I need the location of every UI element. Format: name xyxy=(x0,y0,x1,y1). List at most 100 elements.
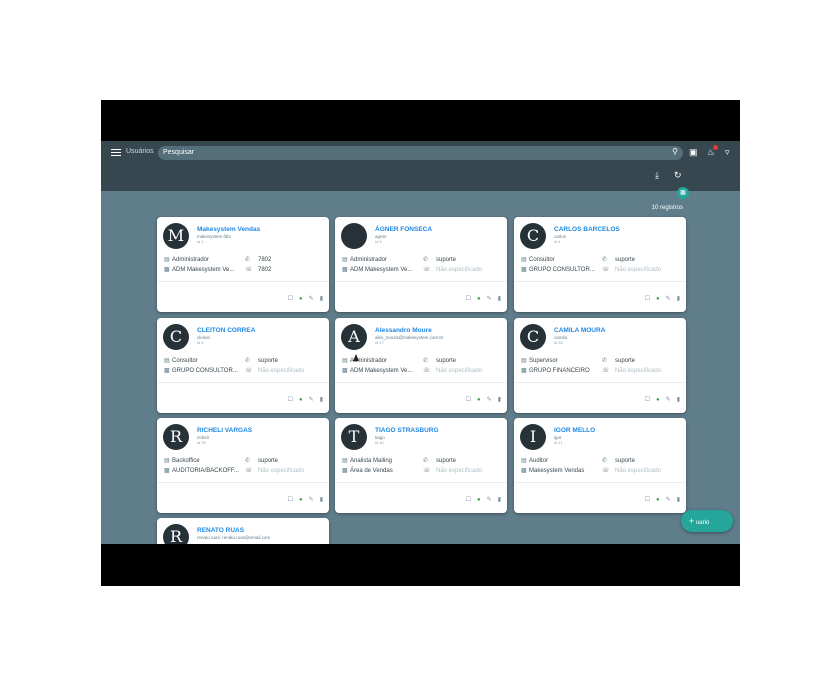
phone-icon: ✆ xyxy=(245,257,251,263)
edit-icon[interactable]: ✎ xyxy=(666,396,671,404)
role-label: Backoffice xyxy=(172,458,200,464)
delete-icon[interactable]: ▮ xyxy=(677,396,680,404)
lock-icon[interactable]: ☐ xyxy=(466,295,471,303)
edit-icon[interactable]: ✎ xyxy=(309,396,314,404)
avatar: C xyxy=(520,324,546,350)
user-id: id 40 xyxy=(375,440,384,445)
delete-icon[interactable]: ▮ xyxy=(320,496,323,504)
user-card[interactable]: R RENATO RUAS renato.ruas; renato.ruas@ema… xyxy=(157,518,329,544)
edit-icon[interactable]: ✎ xyxy=(487,295,492,303)
lock-icon[interactable]: ☐ xyxy=(466,396,471,404)
user-card[interactable]: C CLEITON CORREA cleiton id 5 ▤ Consultor ▩ GRU… xyxy=(157,318,329,413)
search-bar[interactable]: Pesquisar ⚲ xyxy=(158,146,683,160)
lock-icon[interactable]: ☐ xyxy=(288,496,293,504)
user-card[interactable]: A Alessandro Moure alex_moura@makesystem.c… xyxy=(335,318,507,413)
user-id: id 39 xyxy=(197,440,206,445)
delete-icon[interactable]: ▮ xyxy=(498,496,501,504)
line-label: Não especificado xyxy=(436,267,483,273)
check-circle-icon[interactable]: ● xyxy=(299,496,303,504)
lock-icon[interactable]: ☐ xyxy=(466,496,471,504)
user-card[interactable]: R RICHELI VARGAS richeli id 39 ▤ Backoffice ▩ A… xyxy=(157,418,329,513)
phone-row: ✆ 7802 xyxy=(245,256,271,263)
edit-icon[interactable]: ✎ xyxy=(309,295,314,303)
user-card[interactable]: C CAMILA MOURA camila id 33 ▤ Supervisor ▩ GRUP… xyxy=(514,318,686,413)
phone-label: suporte xyxy=(436,257,457,263)
role-label: Analista Mailing xyxy=(350,458,393,464)
group-label: GRUPO CONSULTOR... xyxy=(172,368,238,374)
folder-icon: ▩ xyxy=(342,368,348,374)
check-circle-icon[interactable]: ● xyxy=(477,396,481,404)
search-input[interactable]: Pesquisar xyxy=(163,149,194,156)
phone-forward-icon: ☏ xyxy=(423,368,431,374)
check-circle-icon[interactable]: ● xyxy=(656,295,660,303)
delete-icon[interactable]: ▮ xyxy=(320,396,323,404)
user-id: id 4 xyxy=(554,239,561,244)
folder-icon: ▩ xyxy=(521,368,527,374)
phone-label: suporte xyxy=(258,458,279,464)
edit-icon[interactable]: ✎ xyxy=(666,496,671,504)
delete-icon[interactable]: ▮ xyxy=(677,496,680,504)
user-card[interactable]: M Makesystem Vendas makesystem.fdts id 1 ▤ Ad… xyxy=(157,217,329,312)
role-row: ▤ Administrador xyxy=(342,357,387,364)
phone-label: suporte xyxy=(436,458,457,464)
badge-icon: ▤ xyxy=(164,257,170,263)
line-label: Não especificado xyxy=(615,368,662,374)
delete-icon[interactable]: ▮ xyxy=(320,295,323,303)
user-id: id 33 xyxy=(554,340,563,345)
card-actions: ☐ ● ✎ ▮ xyxy=(282,295,323,303)
lock-icon[interactable]: ☐ xyxy=(645,496,650,504)
user-name[interactable]: CLEITON CORREA xyxy=(197,327,255,334)
line-row: ☏ Não especificado xyxy=(423,367,482,374)
check-circle-icon[interactable]: ● xyxy=(299,295,303,303)
phone-label: suporte xyxy=(258,358,279,364)
badge-icon: ▤ xyxy=(342,257,348,263)
chat-icon[interactable]: ▩ xyxy=(677,187,689,199)
user-name[interactable]: CAMILA MOURA xyxy=(554,327,605,334)
search-icon[interactable]: ⚲ xyxy=(672,147,678,156)
lock-icon[interactable]: ☐ xyxy=(288,295,293,303)
group-row: ▩ AUDITORIA/BACKOFF... xyxy=(164,467,239,474)
user-id: id 27 xyxy=(375,340,384,345)
user-name[interactable]: ÁGNER FONSECA xyxy=(375,226,432,233)
delete-icon[interactable]: ▮ xyxy=(498,295,501,303)
check-circle-icon[interactable]: ● xyxy=(477,496,481,504)
lock-icon[interactable]: ☐ xyxy=(645,295,650,303)
edit-icon[interactable]: ✎ xyxy=(487,496,492,504)
check-circle-icon[interactable]: ● xyxy=(656,396,660,404)
delete-icon[interactable]: ▮ xyxy=(677,295,680,303)
user-card[interactable]: C CARLOS BARCELOS carlos id 4 ▤ Consultor ▩ GRU… xyxy=(514,217,686,312)
user-name[interactable]: Makesystem Vendas xyxy=(197,226,260,233)
phone-row: ✆ suporte xyxy=(423,357,456,364)
user-name[interactable]: Alessandro Moure xyxy=(375,327,432,334)
avatar: T xyxy=(341,424,367,450)
user-card[interactable]: I IGOR MELLO igor id 41 ▤ Auditor ▩ Makesystem … xyxy=(514,418,686,513)
filter-icon[interactable]: ▿ xyxy=(725,146,730,158)
edit-icon[interactable]: ✎ xyxy=(666,295,671,303)
role-row: ▤ Consultor xyxy=(164,357,198,364)
refresh-icon[interactable]: ↻ xyxy=(674,169,682,181)
divider xyxy=(514,281,686,282)
check-circle-icon[interactable]: ● xyxy=(299,396,303,404)
user-name[interactable]: CARLOS BARCELOS xyxy=(554,226,620,233)
lock-icon[interactable]: ☐ xyxy=(645,396,650,404)
user-card[interactable]: ÁGNER FONSECA agner id 3 ▤ Administrador ▩ ADM… xyxy=(335,217,507,312)
check-circle-icon[interactable]: ● xyxy=(477,295,481,303)
group-label: GRUPO FINANCEIRO xyxy=(529,368,590,374)
user-name[interactable]: RICHELI VARGAS xyxy=(197,427,252,434)
user-card[interactable]: T TIAGO STRASBURG tiago id 40 ▤ Analista Mail… xyxy=(335,418,507,513)
user-name[interactable]: IGOR MELLO xyxy=(554,427,595,434)
calendar-icon[interactable]: ▣ xyxy=(689,146,698,158)
phone-icon: ✆ xyxy=(423,257,429,263)
user-name[interactable]: RENATO RUAS xyxy=(197,527,244,534)
add-user-button[interactable]: + uario xyxy=(681,510,733,532)
edit-icon[interactable]: ✎ xyxy=(309,496,314,504)
phone-label: suporte xyxy=(615,358,636,364)
delete-icon[interactable]: ▮ xyxy=(498,396,501,404)
edit-icon[interactable]: ✎ xyxy=(487,396,492,404)
menu-icon[interactable] xyxy=(111,149,121,156)
group-label: Makesystem Vendas xyxy=(529,468,585,474)
lock-icon[interactable]: ☐ xyxy=(288,396,293,404)
download-icon[interactable]: ⤓ xyxy=(655,169,659,181)
check-circle-icon[interactable]: ● xyxy=(656,496,660,504)
user-name[interactable]: TIAGO STRASBURG xyxy=(375,427,439,434)
